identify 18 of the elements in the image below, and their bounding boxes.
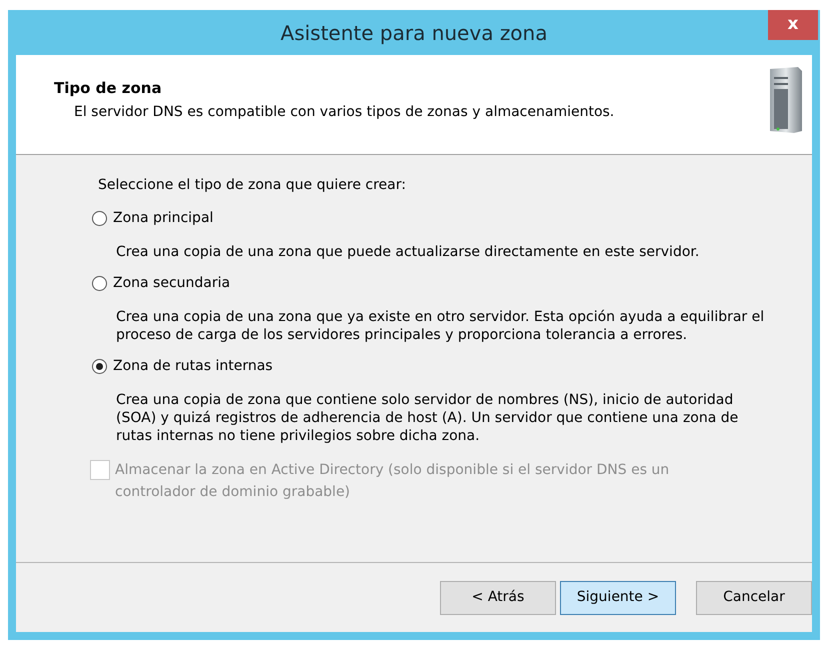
radio-label: Zona principal bbox=[113, 209, 214, 228]
wizard-button[interactable]: Cancelar bbox=[696, 580, 812, 614]
close-button[interactable]: x bbox=[768, 10, 818, 40]
page-subtitle: El servidor DNS es compatible con varios tipos de zonas y almacenamientos. bbox=[74, 102, 614, 122]
wizard-button[interactable]: < Atrás bbox=[440, 580, 556, 614]
page-title: Tipo de zona bbox=[54, 78, 163, 99]
option-description: Crea una copia de una zona que ya existe en otro servidor. Esta opción ayuda a equilibrar el proceso de carga de los servidores principales y proporciona tolerancia a errores. bbox=[116, 308, 766, 344]
radio-button[interactable] bbox=[92, 359, 107, 374]
checkbox-label: Almacenar la zona en Active Directory (solo disponible si el servidor DNS es un controlador de dominio grabable) bbox=[115, 461, 670, 502]
radio-button[interactable] bbox=[92, 276, 107, 291]
radio-button[interactable] bbox=[92, 211, 107, 226]
radio-label: Zona secundaria bbox=[113, 274, 230, 293]
prompt-text: Seleccione el tipo de zona que quiere crear: bbox=[98, 176, 407, 195]
option-description: Crea una copia de una zona que puede actualizarse directamente en este servidor. bbox=[116, 243, 700, 261]
wizard-button[interactable]: Siguiente > bbox=[560, 580, 676, 614]
radio-label: Zona de rutas internas bbox=[113, 357, 273, 376]
window-title: Asistente para nueva zona bbox=[280, 20, 548, 46]
option-description: Crea una copia de zona que contiene solo servidor de nombres (NS), inicio de autoridad (SOA) y quizá registros de adherencia de host (A). Un servidor que contiene una zona de rutas internas no tiene privilegios sobre dicha zona. bbox=[116, 391, 740, 445]
